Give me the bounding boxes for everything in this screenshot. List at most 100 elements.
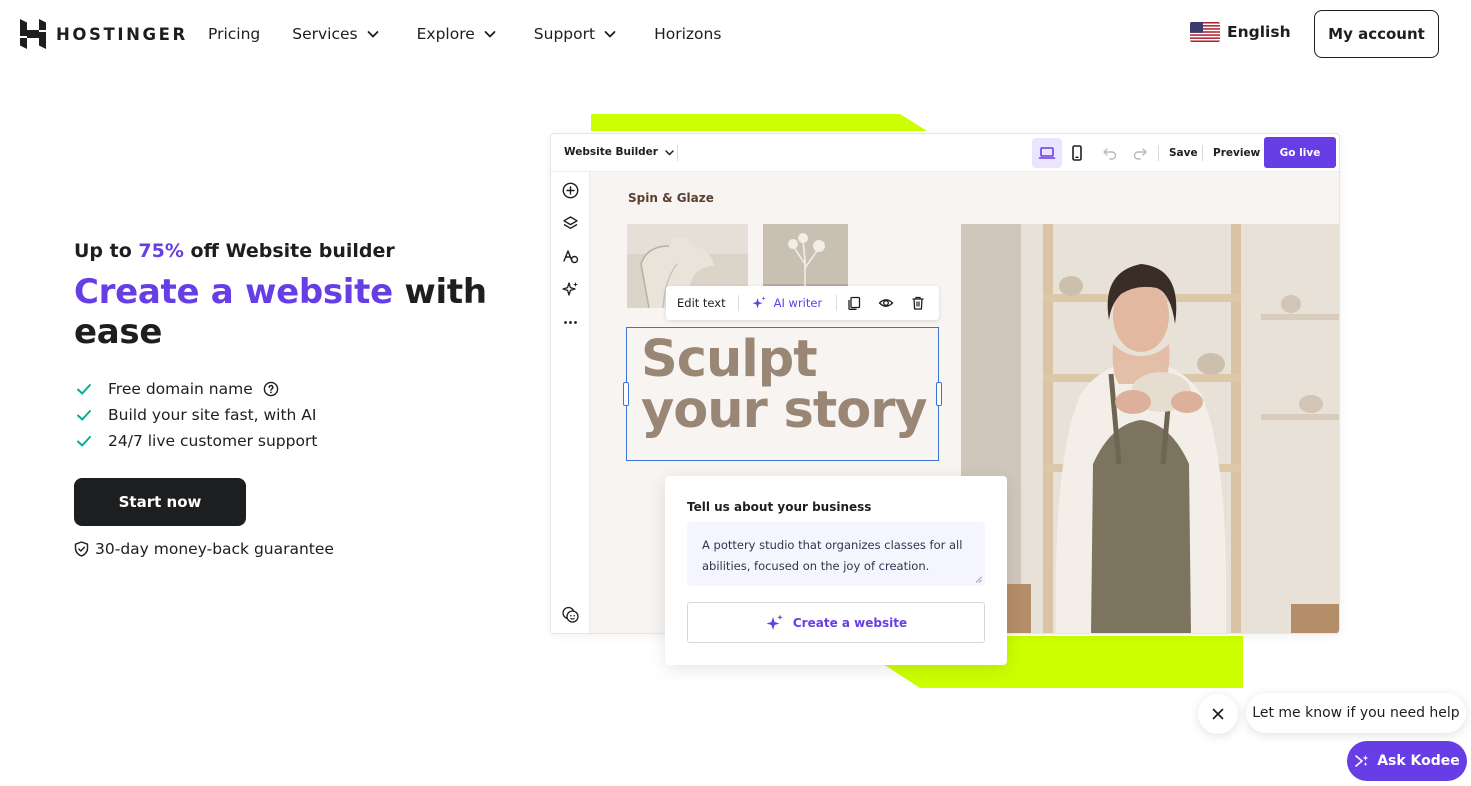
ai-tools-icon[interactable] <box>561 280 580 299</box>
resize-grip-icon[interactable] <box>975 576 982 583</box>
money-back-guarantee: 30-day money-back guarantee <box>74 540 494 558</box>
styles-icon[interactable] <box>561 247 580 266</box>
main-nav: Pricing Services Explore Support Horizon… <box>208 22 721 46</box>
builder-toolbar: Website Builder Save Preview Go live <box>551 134 1339 172</box>
feature-item: Free domain name <box>74 376 494 402</box>
save-button[interactable]: Save <box>1169 147 1198 159</box>
toolbar-divider <box>1202 145 1203 161</box>
business-prompt-card: Tell us about your business A pottery st… <box>665 476 1007 665</box>
site-headline-line1: Sculpt <box>641 330 818 389</box>
potter-photo[interactable] <box>961 224 1340 634</box>
chevron-down-icon <box>665 149 674 155</box>
promo-prefix: Up to <box>74 240 139 262</box>
business-description-field[interactable]: A pottery studio that organizes classes … <box>687 522 985 586</box>
chat-close-button[interactable] <box>1198 694 1238 734</box>
create-website-label: Create a website <box>792 615 908 630</box>
feature-item: Build your site fast, with AI <box>74 402 494 428</box>
close-icon <box>1212 708 1224 720</box>
mobile-view-button[interactable] <box>1062 138 1092 168</box>
shield-check-icon <box>74 541 89 557</box>
nav-horizons-label: Horizons <box>654 25 722 43</box>
site-headline: Sculpt your story <box>641 330 928 440</box>
check-icon <box>77 436 91 447</box>
website-builder-label: Website Builder <box>564 146 658 158</box>
feature-item: 24/7 live customer support <box>74 428 494 454</box>
business-description-text: A pottery studio that organizes classes … <box>702 538 963 573</box>
eye-icon[interactable] <box>878 295 894 311</box>
guarantee-label: 30-day money-back guarantee <box>95 540 334 558</box>
check-icon <box>77 384 91 395</box>
desktop-view-button[interactable] <box>1032 138 1062 168</box>
kodee-sparkle-icon <box>1355 755 1369 767</box>
promo-percent: 75% <box>138 240 184 262</box>
ask-kodee-label: Ask Kodee <box>1377 753 1460 769</box>
nav-services-label: Services <box>292 25 358 43</box>
start-now-button[interactable]: Start now <box>74 478 246 526</box>
hero-headline: Create a website with ease <box>74 272 494 352</box>
help-face-icon[interactable] <box>561 605 580 624</box>
hostinger-logo-icon <box>20 19 46 49</box>
promo-suffix: off Website builder <box>183 240 395 262</box>
feature-label: Free domain name <box>108 380 253 398</box>
nav-explore-label: Explore <box>416 25 475 43</box>
site-headline-line2: your story <box>641 381 928 440</box>
selected-text-block[interactable]: Sculpt your story <box>623 327 942 461</box>
trash-icon[interactable] <box>910 295 926 311</box>
nav-support-label: Support <box>533 25 596 43</box>
go-live-button[interactable]: Go live <box>1264 137 1336 168</box>
feature-label: Build your site fast, with AI <box>108 406 317 424</box>
my-account-button[interactable]: My account <box>1314 10 1439 58</box>
toolbar-divider <box>1158 145 1159 161</box>
builder-sidebar <box>551 172 590 633</box>
check-icon <box>77 410 91 421</box>
ai-writer-label: AI writer <box>773 296 823 310</box>
laptop-icon <box>1038 147 1056 159</box>
headline-accent: Create a website <box>74 272 393 312</box>
chevron-down-icon <box>604 31 616 38</box>
edit-text-button[interactable]: Edit text <box>677 296 726 310</box>
mobile-icon <box>1072 145 1082 161</box>
resize-handle-left[interactable] <box>623 382 629 406</box>
lime-accent-top <box>591 114 927 131</box>
prompt-title: Tell us about your business <box>687 500 872 514</box>
redo-icon[interactable] <box>1132 145 1148 161</box>
us-flag-icon <box>1190 22 1220 42</box>
promo-text: Up to 75% off Website builder <box>74 240 494 262</box>
sparkle-icon <box>766 614 783 630</box>
site-brand-name[interactable]: Spin & Glaze <box>628 191 714 205</box>
feature-label: 24/7 live customer support <box>108 432 318 450</box>
nav-explore[interactable]: Explore <box>417 22 497 46</box>
toolbar-divider <box>836 295 838 311</box>
layers-icon[interactable] <box>561 214 580 233</box>
chevron-down-icon <box>484 31 496 38</box>
feature-list: Free domain name Build your site fast, w… <box>74 376 494 454</box>
toolbar-divider <box>677 145 678 161</box>
chat-message-bubble[interactable]: Let me know if you need help <box>1246 693 1466 733</box>
toolbar-divider <box>737 295 739 311</box>
copy-icon[interactable] <box>846 295 862 311</box>
question-circle-icon[interactable] <box>263 381 279 397</box>
website-builder-selector[interactable]: Website Builder <box>564 146 675 158</box>
text-edit-toolbar: Edit text AI writer <box>666 286 939 320</box>
sparkle-icon <box>752 296 766 309</box>
language-label: English <box>1227 23 1291 41</box>
nav-pricing[interactable]: Pricing <box>208 22 260 46</box>
nav-support[interactable]: Support <box>534 22 617 46</box>
hero-section: Up to 75% off Website builder Create a w… <box>74 240 494 558</box>
language-selector[interactable]: English <box>1190 22 1291 42</box>
resize-handle-right[interactable] <box>936 382 942 406</box>
ask-kodee-button[interactable]: Ask Kodee <box>1347 741 1467 781</box>
logo-text: HOSTINGER <box>56 24 188 44</box>
nav-services[interactable]: Services <box>292 22 379 46</box>
nav-horizons[interactable]: Horizons <box>654 22 721 46</box>
chevron-down-icon <box>367 31 379 38</box>
more-icon[interactable] <box>561 313 580 332</box>
create-website-button[interactable]: Create a website <box>687 602 985 643</box>
hostinger-logo[interactable]: HOSTINGER <box>20 19 188 49</box>
nav-pricing-label: Pricing <box>208 25 261 43</box>
preview-button[interactable]: Preview <box>1213 147 1260 159</box>
add-icon[interactable] <box>561 181 580 200</box>
site-header: HOSTINGER Pricing Services Explore Suppo… <box>0 0 1471 68</box>
ai-writer-button[interactable]: AI writer <box>751 295 823 311</box>
undo-icon[interactable] <box>1102 145 1118 161</box>
